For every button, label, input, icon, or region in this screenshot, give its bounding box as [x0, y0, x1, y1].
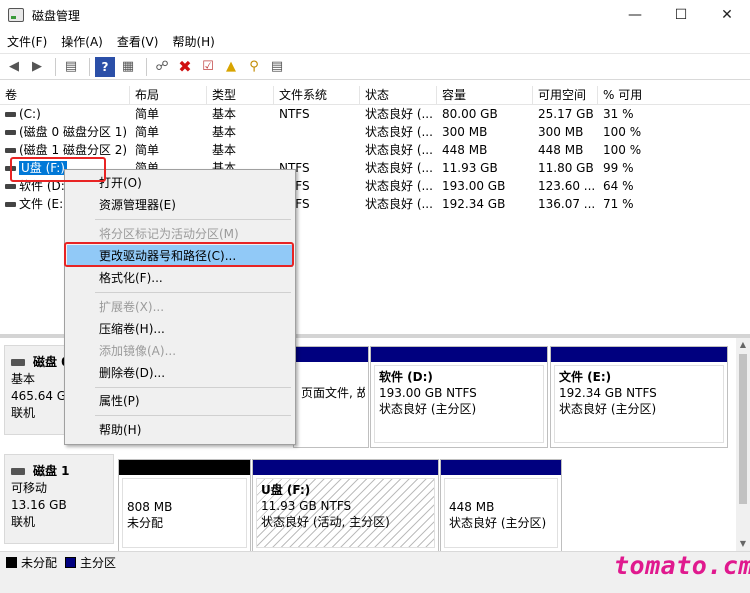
- toolbar-separator: [146, 57, 147, 76]
- scroll-up-arrow-icon[interactable]: ▲: [736, 338, 750, 352]
- title-bar: 磁盘管理 — ☐ ✕: [0, 0, 750, 30]
- volume-icon: [5, 130, 16, 135]
- annotation-box-usb-volume: [10, 157, 106, 182]
- watermark: tomato.cm: [614, 551, 750, 580]
- volume-icon: [5, 202, 16, 207]
- menu-item-add-mirror: 添加镜像(A)...: [99, 344, 177, 358]
- disk-icon: [11, 468, 25, 475]
- search-icon[interactable]: ⚲: [244, 57, 264, 77]
- menu-separator: [95, 292, 291, 293]
- toolbar-separator: [55, 57, 56, 76]
- close-button[interactable]: ✕: [704, 0, 750, 30]
- import-icon[interactable]: ▲: [221, 57, 241, 77]
- menu-separator: [95, 387, 291, 388]
- toolbar: ◀ ▶ ▤ ? ▦ ☍ ✖ ☑ ▲ ⚲ ▤: [0, 53, 750, 80]
- disk-management-icon: [8, 8, 24, 22]
- disk-1-info[interactable]: 磁盘 1 可移动 13.16 GB 联机: [4, 454, 114, 544]
- list-view-icon[interactable]: ▤: [267, 57, 287, 77]
- menu-separator: [95, 219, 291, 220]
- column-header-status[interactable]: 状态: [360, 86, 437, 104]
- legend-label-unallocated: 未分配: [21, 556, 58, 570]
- menu-item-format[interactable]: 格式化(F)...: [67, 267, 293, 289]
- partition-system-reserved[interactable]: 页面文件, 故: [293, 346, 369, 448]
- table-row[interactable]: (磁盘 1 磁盘分区 2) 简单 基本 状态良好 (... 448 MB 448…: [0, 141, 750, 159]
- menu-bar: 文件(F) 操作(A) 查看(V) 帮助(H): [0, 30, 750, 52]
- column-header-layout[interactable]: 布局: [130, 86, 207, 104]
- legend-label-primary: 主分区: [80, 556, 117, 570]
- volume-list-header: 卷 布局 类型 文件系统 状态 容量 可用空间 % 可用: [0, 86, 750, 105]
- menu-view[interactable]: 查看(V): [110, 33, 166, 50]
- menu-item-help[interactable]: 帮助(H): [67, 419, 293, 441]
- disk-icon: [11, 359, 25, 366]
- menu-action[interactable]: 操作(A): [54, 33, 110, 50]
- column-header-filesystem[interactable]: 文件系统: [274, 86, 360, 104]
- scroll-down-arrow-icon[interactable]: ▼: [736, 537, 750, 551]
- scrollbar-thumb[interactable]: [739, 354, 747, 504]
- partition-files-e[interactable]: 文件 (E:) 192.34 GB NTFS 状态良好 (主分区): [550, 346, 728, 448]
- column-header-percent-free[interactable]: % 可用: [598, 86, 750, 104]
- partition-unallocated[interactable]: 808 MB 未分配: [118, 459, 251, 553]
- graphical-view-scrollbar[interactable]: ▲ ▼: [736, 338, 750, 551]
- delete-icon[interactable]: ✖: [175, 57, 195, 77]
- maximize-button[interactable]: ☐: [658, 0, 704, 30]
- back-arrow-icon[interactable]: ◀: [4, 57, 24, 77]
- context-menu: 打开(O) 资源管理器(E) 将分区标记为活动分区(M) 更改驱动器号和路径(C…: [64, 169, 296, 445]
- menu-item-delete-volume[interactable]: 删除卷(D)...: [67, 362, 293, 384]
- menu-item-shrink-volume[interactable]: 压缩卷(H)...: [67, 318, 293, 340]
- menu-file[interactable]: 文件(F): [0, 33, 54, 50]
- table-row[interactable]: (磁盘 0 磁盘分区 1) 简单 基本 状态良好 (... 300 MB 300…: [0, 123, 750, 141]
- column-header-free-space[interactable]: 可用空间: [533, 86, 598, 104]
- partition-usb-f[interactable]: U盘 (F:) 11.93 GB NTFS 状态良好 (活动, 主分区): [252, 459, 439, 553]
- partition-software-d[interactable]: 软件 (D:) 193.00 GB NTFS 状态良好 (主分区): [370, 346, 548, 448]
- legend-swatch-primary: [65, 557, 77, 568]
- menu-item-extend-volume: 扩展卷(X)...: [99, 300, 165, 314]
- volume-icon: [5, 112, 16, 117]
- menu-separator: [95, 415, 291, 416]
- menu-item-explorer[interactable]: 资源管理器(E): [67, 194, 293, 216]
- table-row[interactable]: (C:) 简单 基本 NTFS 状态良好 (... 80.00 GB 25.17…: [0, 105, 750, 123]
- menu-help[interactable]: 帮助(H): [165, 33, 221, 50]
- toolbar-separator: [89, 57, 90, 76]
- minimize-button[interactable]: —: [612, 0, 658, 30]
- help-icon[interactable]: ?: [95, 56, 115, 77]
- column-header-capacity[interactable]: 容量: [437, 86, 533, 104]
- console-tree-icon[interactable]: ▤: [61, 57, 81, 77]
- check-icon[interactable]: ☑: [198, 57, 218, 77]
- legend-swatch-unallocated: [6, 557, 17, 568]
- column-header-type[interactable]: 类型: [207, 86, 274, 104]
- properties-icon[interactable]: ▦: [118, 57, 138, 77]
- window-title: 磁盘管理: [32, 8, 81, 23]
- connect-disk-icon[interactable]: ☍: [152, 57, 172, 77]
- annotation-box-change-drive-letter: [64, 242, 294, 267]
- volume-icon: [5, 184, 16, 189]
- forward-arrow-icon[interactable]: ▶: [27, 57, 47, 77]
- menu-item-properties[interactable]: 属性(P): [67, 390, 293, 412]
- column-header-volume[interactable]: 卷: [0, 86, 130, 104]
- partition-disk1-part2[interactable]: 448 MB 状态良好 (主分区): [440, 459, 562, 553]
- volume-icon: [5, 148, 16, 153]
